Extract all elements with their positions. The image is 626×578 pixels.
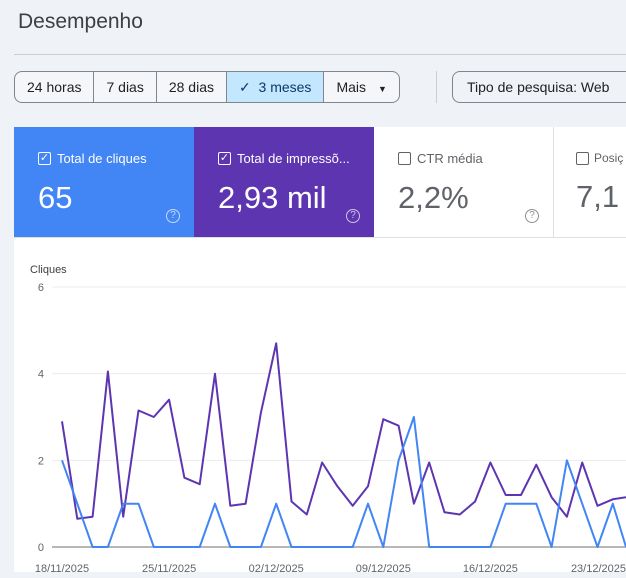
check-icon: ✓ xyxy=(239,79,259,95)
range-3m-button[interactable]: ✓ 3 meses xyxy=(227,72,325,102)
range-3m-label: 3 meses xyxy=(258,79,312,95)
performance-chart: Cliques 0 2 4 6 18/11/2025 25/11/2025 02/12/20… xyxy=(14,237,626,575)
metric-value: 7,1 xyxy=(576,179,620,214)
y-tick-label: 4 xyxy=(38,369,44,381)
help-icon[interactable]: ? xyxy=(166,209,180,223)
y-tick-label: 0 xyxy=(38,542,44,554)
metric-card-clicks[interactable]: ✓ Total de cliques 65 ? xyxy=(14,127,194,237)
y-axis-label: Cliques xyxy=(30,264,67,276)
range-more-button[interactable]: Mais ▼ xyxy=(324,72,398,102)
help-icon[interactable]: ? xyxy=(525,209,539,223)
metric-label: Total de impressõ... xyxy=(237,151,350,166)
range-7d-button[interactable]: 7 dias xyxy=(94,72,157,102)
metric-label: Total de cliques xyxy=(57,151,147,166)
metric-label: Posiç xyxy=(594,151,624,165)
checkbox-unchecked-icon[interactable] xyxy=(398,152,411,165)
range-more-label: Mais xyxy=(336,79,366,95)
checkbox-checked-icon[interactable]: ✓ xyxy=(38,152,51,165)
metric-card-impressions[interactable]: ✓ Total de impressõ... 2,93 mil ? xyxy=(194,127,374,237)
date-range-selector: 24 horas 7 dias 28 dias ✓ 3 meses Mais ▼ xyxy=(14,71,400,103)
checkbox-unchecked-icon[interactable] xyxy=(576,151,589,165)
series-line-total-de-cliques xyxy=(61,416,626,548)
y-tick-label: 6 xyxy=(38,282,44,294)
y-tick-label: 2 xyxy=(38,455,44,467)
series-line-total-de-impressões xyxy=(61,342,626,520)
search-type-filter[interactable]: Tipo de pesquisa: Web xyxy=(452,71,626,103)
checkbox-checked-icon[interactable]: ✓ xyxy=(218,152,231,165)
filter-separator xyxy=(436,71,437,103)
page-title: Desempenho xyxy=(18,10,143,33)
metric-card-ctr[interactable]: CTR média 2,2% ? xyxy=(374,127,554,237)
help-icon[interactable]: ? xyxy=(346,209,360,223)
metric-card-position[interactable]: Posiç 7,1 xyxy=(554,127,626,237)
divider xyxy=(14,54,626,55)
dropdown-arrow-icon: ▼ xyxy=(378,84,387,94)
metric-label: CTR média xyxy=(417,151,483,166)
range-28d-button[interactable]: 28 dias xyxy=(157,72,227,102)
range-24h-button[interactable]: 24 horas xyxy=(15,72,95,102)
chart-svg: Cliques 024618/11/2025 25/11/2025 02/12/20… xyxy=(30,264,626,575)
